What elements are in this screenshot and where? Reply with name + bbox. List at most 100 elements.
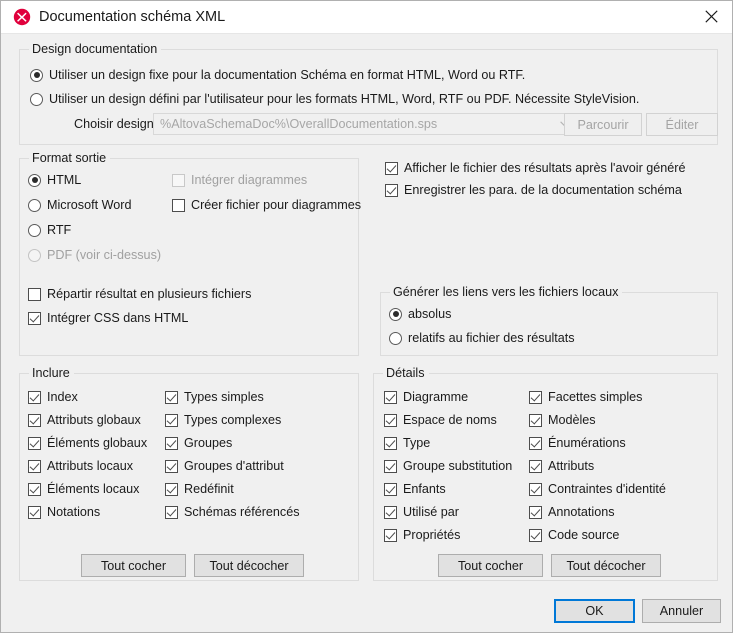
- check-indicator: [529, 391, 542, 404]
- check-contraintes-identite[interactable]: Contraintes d'identité: [529, 481, 666, 497]
- close-button[interactable]: [688, 1, 733, 32]
- check-indicator: [28, 483, 41, 496]
- check-elements-globaux[interactable]: Éléments globaux: [28, 435, 147, 451]
- radio-indicator: [28, 174, 41, 187]
- check-attributs-globaux-label: Attributs globaux: [47, 412, 141, 428]
- radio-design-fixe[interactable]: Utiliser un design fixe pour la document…: [30, 67, 525, 83]
- documentation-dialog: Documentation schéma XML Design document…: [0, 0, 733, 633]
- check-enregistrer-parametres-label: Enregistrer les para. de la documentatio…: [404, 182, 682, 198]
- check-indicator: [384, 437, 397, 450]
- check-elements-locaux[interactable]: Éléments locaux: [28, 481, 139, 497]
- check-diagramme[interactable]: Diagramme: [384, 389, 468, 405]
- check-types-simples[interactable]: Types simples: [165, 389, 264, 405]
- check-indicator: [172, 174, 185, 187]
- radio-indicator: [28, 199, 41, 212]
- check-integrer-diagrammes[interactable]: Intégrer diagrammes: [172, 172, 307, 188]
- check-type-label: Type: [403, 435, 430, 451]
- check-attributs[interactable]: Attributs: [529, 458, 594, 474]
- check-espace-de-noms[interactable]: Espace de noms: [384, 412, 497, 428]
- check-integrer-css[interactable]: Intégrer CSS dans HTML: [28, 310, 188, 326]
- details-legend: Détails: [383, 365, 429, 381]
- radio-format-pdf-label: PDF (voir ci-dessus): [47, 247, 161, 263]
- check-indicator: [385, 162, 398, 175]
- check-redefinit-label: Redéfinit: [184, 481, 234, 497]
- check-indicator: [165, 483, 178, 496]
- check-groupes-attribut-label: Groupes d'attribut: [184, 458, 284, 474]
- inclure-uncheck-all-button[interactable]: Tout décocher: [194, 554, 304, 577]
- check-afficher-fichier-resultats[interactable]: Afficher le fichier des résultats après …: [385, 160, 685, 176]
- check-groupes-attribut[interactable]: Groupes d'attribut: [165, 458, 284, 474]
- check-index[interactable]: Index: [28, 389, 78, 405]
- check-integrer-css-label: Intégrer CSS dans HTML: [47, 310, 188, 326]
- check-groupe-substitution[interactable]: Groupe substitution: [384, 458, 512, 474]
- radio-design-utilisateur-label: Utiliser un design défini par l'utilisat…: [49, 91, 639, 107]
- liens-locaux-legend: Générer les liens vers les fichiers loca…: [390, 284, 622, 300]
- check-notations[interactable]: Notations: [28, 504, 100, 520]
- radio-liens-absolus-label: absolus: [408, 306, 451, 322]
- check-indicator: [529, 483, 542, 496]
- radio-format-html[interactable]: HTML: [28, 172, 81, 188]
- check-proprietes[interactable]: Propriétés: [384, 527, 460, 543]
- check-indicator: [384, 529, 397, 542]
- check-indicator: [384, 391, 397, 404]
- check-attributs-locaux[interactable]: Attributs locaux: [28, 458, 133, 474]
- check-proprietes-label: Propriétés: [403, 527, 460, 543]
- check-enfants[interactable]: Enfants: [384, 481, 446, 497]
- check-code-source[interactable]: Code source: [529, 527, 619, 543]
- check-types-complexes[interactable]: Types complexes: [165, 412, 281, 428]
- radio-format-pdf[interactable]: PDF (voir ci-dessus): [28, 247, 161, 263]
- title-bar: Documentation schéma XML: [1, 1, 733, 34]
- sps-design-value: %AltovaSchemaDoc%\OverallDocumentation.s…: [154, 117, 554, 131]
- check-facettes-simples[interactable]: Facettes simples: [529, 389, 642, 405]
- details-uncheck-all-button[interactable]: Tout décocher: [551, 554, 661, 577]
- check-indicator: [28, 437, 41, 450]
- check-afficher-fichier-resultats-label: Afficher le fichier des résultats après …: [404, 160, 685, 176]
- check-attributs-globaux[interactable]: Attributs globaux: [28, 412, 141, 428]
- check-utilise-par[interactable]: Utilisé par: [384, 504, 459, 520]
- check-indicator: [529, 506, 542, 519]
- check-repartir-resultat[interactable]: Répartir résultat en plusieurs fichiers: [28, 286, 251, 302]
- radio-liens-relatifs[interactable]: relatifs au fichier des résultats: [389, 330, 575, 346]
- radio-liens-absolus[interactable]: absolus: [389, 306, 451, 322]
- check-indicator: [28, 506, 41, 519]
- check-enumerations-label: Énumérations: [548, 435, 626, 451]
- check-indicator: [529, 460, 542, 473]
- liens-locaux-group: Générer les liens vers les fichiers loca…: [380, 292, 718, 356]
- format-sortie-legend: Format sortie: [29, 150, 110, 166]
- check-indicator: [529, 414, 542, 427]
- check-elements-locaux-label: Éléments locaux: [47, 481, 139, 497]
- inclure-legend: Inclure: [29, 365, 74, 381]
- ok-button[interactable]: OK: [554, 599, 635, 623]
- radio-format-word[interactable]: Microsoft Word: [28, 197, 131, 213]
- check-enfants-label: Enfants: [403, 481, 446, 497]
- radio-design-utilisateur[interactable]: Utiliser un design défini par l'utilisat…: [30, 91, 639, 107]
- check-annotations-label: Annotations: [548, 504, 615, 520]
- check-indicator: [165, 506, 178, 519]
- sps-design-combo[interactable]: %AltovaSchemaDoc%\OverallDocumentation.s…: [153, 113, 575, 135]
- check-creer-fichier-diagrammes[interactable]: Créer fichier pour diagrammes: [172, 197, 361, 213]
- check-diagramme-label: Diagramme: [403, 389, 468, 405]
- check-redefinit[interactable]: Redéfinit: [165, 481, 234, 497]
- check-groupes[interactable]: Groupes: [165, 435, 232, 451]
- check-indicator: [165, 414, 178, 427]
- check-enumerations[interactable]: Énumérations: [529, 435, 626, 451]
- check-indicator: [28, 288, 41, 301]
- cancel-button[interactable]: Annuler: [642, 599, 721, 623]
- check-schemas-references[interactable]: Schémas référencés: [165, 504, 300, 520]
- radio-indicator: [389, 308, 402, 321]
- details-check-all-button[interactable]: Tout cocher: [438, 554, 543, 577]
- inclure-check-all-button[interactable]: Tout cocher: [81, 554, 186, 577]
- check-repartir-resultat-label: Répartir résultat en plusieurs fichiers: [47, 286, 251, 302]
- check-types-simples-label: Types simples: [184, 389, 264, 405]
- check-creer-fichier-diagrammes-label: Créer fichier pour diagrammes: [191, 197, 361, 213]
- check-type[interactable]: Type: [384, 435, 430, 451]
- check-modeles[interactable]: Modèles: [529, 412, 596, 428]
- window-title: Documentation schéma XML: [39, 8, 225, 26]
- check-enregistrer-parametres[interactable]: Enregistrer les para. de la documentatio…: [385, 182, 682, 198]
- check-indicator: [28, 391, 41, 404]
- browse-button[interactable]: Parcourir: [564, 113, 642, 136]
- edit-button[interactable]: Éditer: [646, 113, 718, 136]
- check-groupe-substitution-label: Groupe substitution: [403, 458, 512, 474]
- radio-format-rtf[interactable]: RTF: [28, 222, 71, 238]
- check-annotations[interactable]: Annotations: [529, 504, 615, 520]
